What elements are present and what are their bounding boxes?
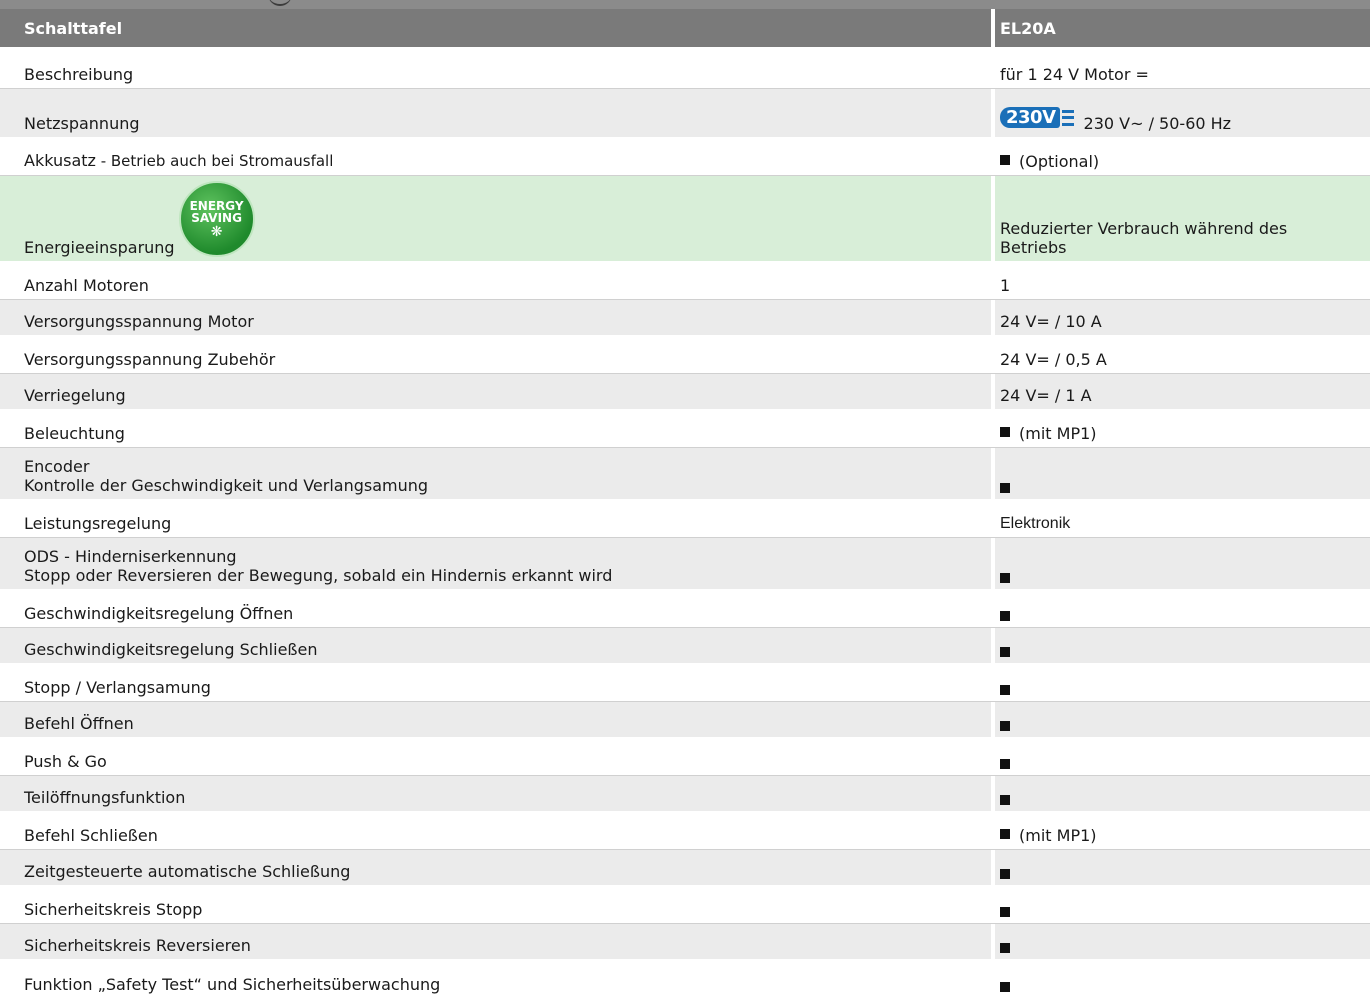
row-label: Versorgungsspannung Motor xyxy=(24,312,254,331)
row-value: für 1 24 V Motor = xyxy=(1000,65,1149,84)
table-row: Geschwindigkeitsregelung Öffnen xyxy=(0,591,1370,628)
table-row: Push & Go xyxy=(0,739,1370,776)
row-label: Energieeinsparung xyxy=(24,238,175,257)
row-label: Leistungsregelung xyxy=(24,514,172,533)
checkmark-square-icon xyxy=(1000,647,1010,657)
table-row: Stopp / Verlangsamung xyxy=(0,665,1370,702)
row-value: 24 V= / 0,5 A xyxy=(1000,350,1107,369)
energy-saving-badge-icon: ENERGY SAVING ❋ xyxy=(178,181,255,257)
table-row: Beschreibung für 1 24 V Motor = xyxy=(0,52,1370,89)
checkmark-square-icon xyxy=(1000,611,1010,621)
top-strip xyxy=(0,0,1370,9)
row-value: 24 V= / 10 A xyxy=(1000,312,1102,331)
table-row: Beleuchtung (mit MP1) xyxy=(0,411,1370,448)
row-label: Geschwindigkeitsregelung Öffnen xyxy=(24,604,294,623)
row-label: Sicherheitskreis Stopp xyxy=(24,900,203,919)
row-sublabel: Kontrolle der Geschwindigkeit und Verlan… xyxy=(24,476,429,495)
table-row: Encoder Kontrolle der Geschwindigkeit un… xyxy=(0,448,1370,501)
table-row: Sicherheitskreis Reversieren xyxy=(0,924,1370,961)
checkmark-square-icon xyxy=(1000,943,1010,953)
checkmark-square-icon xyxy=(1000,759,1010,769)
row-label: Akkusatz xyxy=(24,151,96,170)
row-value: 1 xyxy=(1000,276,1011,295)
checkmark-square-icon xyxy=(1000,721,1010,731)
table-row: Zeitgesteuerte automatische Schließung xyxy=(0,850,1370,887)
row-label: Push & Go xyxy=(24,752,107,771)
checkmark-square-icon xyxy=(1000,982,1010,992)
table-row: Energieeinsparung ENERGY SAVING ❋ Reduzi… xyxy=(0,176,1370,263)
spec-table: Beschreibung für 1 24 V Motor = Netzspan… xyxy=(0,52,1370,998)
checkmark-square-icon xyxy=(1000,426,1010,437)
row-label: Befehl Schließen xyxy=(24,826,158,845)
table-row: Versorgungsspannung Motor 24 V= / 10 A xyxy=(0,300,1370,337)
checkmark-square-icon xyxy=(1000,907,1010,917)
row-label: Beschreibung xyxy=(24,65,134,84)
row-label: ODS - Hinderniserkennung xyxy=(24,547,237,566)
title-fragment xyxy=(268,0,292,6)
checkmark-square-icon xyxy=(1000,685,1010,695)
header-col-control-panel: Schalttafel xyxy=(24,18,123,38)
table-row: Verriegelung 24 V= / 1 A xyxy=(0,374,1370,411)
checkmark-square-icon xyxy=(1000,828,1010,839)
row-label: Versorgungsspannung Zubehör xyxy=(24,350,276,369)
table-row: Funktion „Safety Test“ und Sicherheitsüb… xyxy=(0,961,1370,998)
row-label: Geschwindigkeitsregelung Schließen xyxy=(24,640,318,659)
row-label: Befehl Öffnen xyxy=(24,714,134,733)
row-label: Zeitgesteuerte automatische Schließung xyxy=(24,862,351,881)
row-label: Funktion „Safety Test“ und Sicherheitsüb… xyxy=(24,975,441,994)
table-row: Befehl Schließen (mit MP1) xyxy=(0,813,1370,850)
row-label: Beleuchtung xyxy=(24,424,125,443)
table-row: Teilöffnungsfunktion xyxy=(0,776,1370,813)
checkmark-square-icon xyxy=(1000,869,1010,879)
row-sublabel: Stopp oder Reversieren der Bewegung, sob… xyxy=(24,566,613,585)
checkmark-square-icon xyxy=(1000,483,1010,493)
row-label: Netzspannung xyxy=(24,114,140,133)
row-label: Stopp / Verlangsamung xyxy=(24,678,211,697)
table-row: ODS - Hinderniserkennung Stopp oder Reve… xyxy=(0,538,1370,591)
table-row: Akkusatz - Betrieb auch bei Stromausfall… xyxy=(0,139,1370,176)
checkmark-square-icon xyxy=(1000,795,1010,805)
row-value: 24 V= / 1 A xyxy=(1000,386,1092,405)
row-label: Verriegelung xyxy=(24,386,126,405)
table-row: Netzspannung 230V 230 V~ / 50-60 Hz xyxy=(0,89,1370,139)
checkmark-square-icon xyxy=(1000,154,1010,165)
230v-plug-icon: 230V xyxy=(1000,107,1074,128)
table-row: Versorgungsspannung Zubehör 24 V= / 0,5 … xyxy=(0,337,1370,374)
row-label-suffix: - Betrieb auch bei Stromausfall xyxy=(95,152,334,170)
row-value: (Optional) xyxy=(1019,152,1100,171)
row-value: 230 V~ / 50-60 Hz xyxy=(1083,114,1232,133)
row-value: (mit MP1) xyxy=(1019,826,1097,845)
row-value: Elektronik xyxy=(1000,515,1071,532)
row-value: Reduzierter Verbrauch während des Betrie… xyxy=(1000,219,1288,257)
table-row: Leistungsregelung Elektronik xyxy=(0,501,1370,538)
table-row: Sicherheitskreis Stopp xyxy=(0,887,1370,924)
table-row: Geschwindigkeitsregelung Schließen xyxy=(0,628,1370,665)
header-col-model: EL20A xyxy=(1000,18,1056,38)
table-row: Befehl Öffnen xyxy=(0,702,1370,739)
table-row: Anzahl Motoren 1 xyxy=(0,263,1370,300)
row-label: Teilöffnungsfunktion xyxy=(24,788,186,807)
checkmark-square-icon xyxy=(1000,573,1010,583)
row-label: Encoder xyxy=(24,457,90,476)
row-value: (mit MP1) xyxy=(1019,424,1097,443)
row-label: Sicherheitskreis Reversieren xyxy=(24,936,251,955)
table-header: Schalttafel EL20A xyxy=(0,9,1370,47)
row-label: Anzahl Motoren xyxy=(24,276,149,295)
